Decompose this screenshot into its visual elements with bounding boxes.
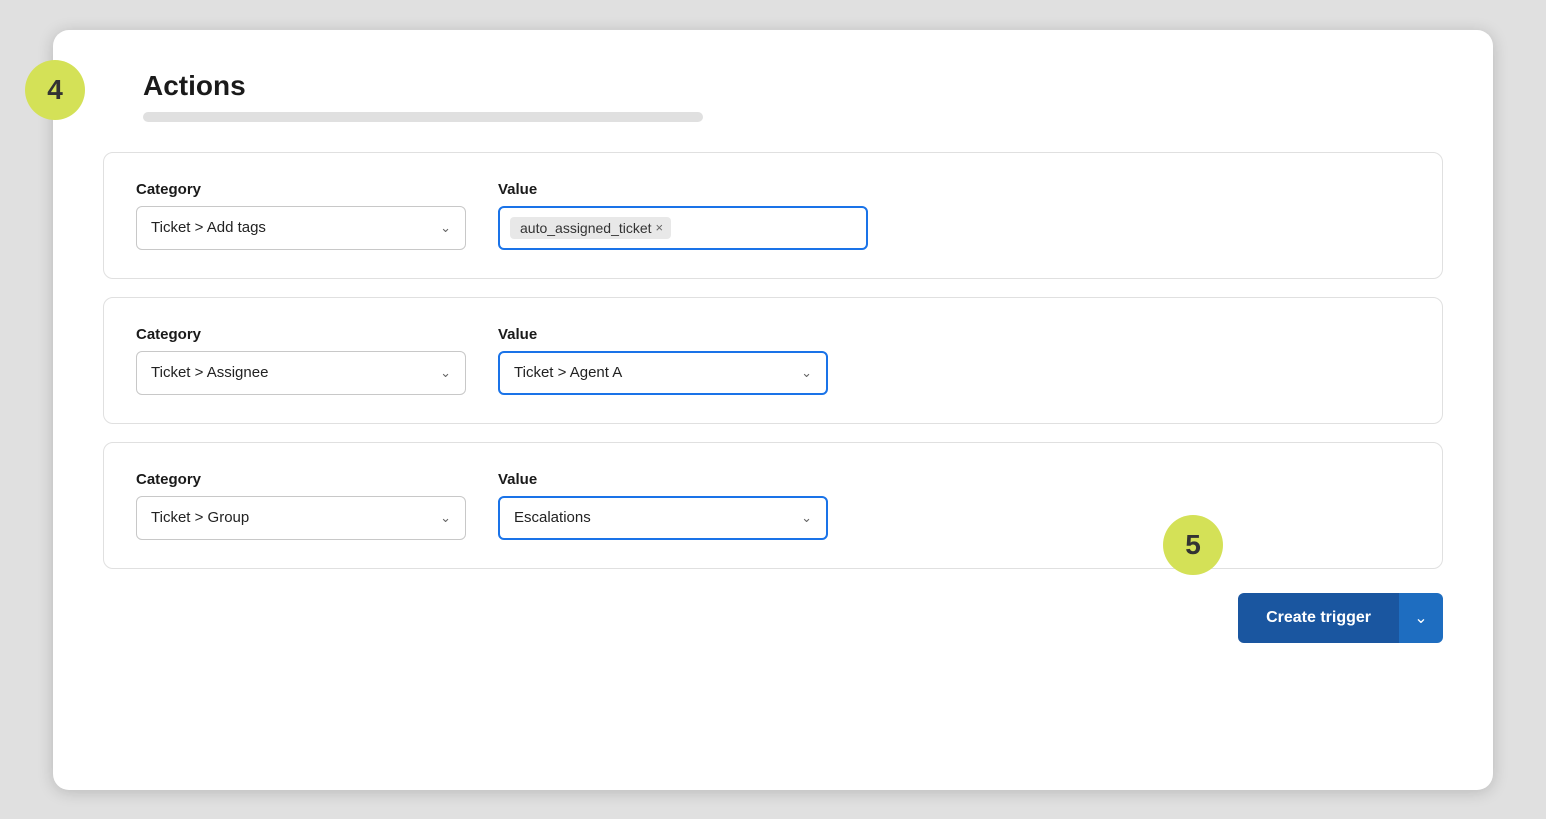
category-label-1: Category xyxy=(136,181,466,198)
tag-text: auto_assigned_ticket xyxy=(520,220,652,236)
bottom-row: 5 Create trigger ⌄ xyxy=(103,593,1443,643)
action-section-3: Category Ticket > Group ⌄ Value Escalati… xyxy=(103,442,1443,569)
value-label-1: Value xyxy=(498,181,868,198)
category-dropdown-2-chevron: ⌄ xyxy=(440,365,451,381)
category-group-1: Category Ticket > Add tags ⌄ xyxy=(136,181,466,250)
tag-auto-assigned: auto_assigned_ticket × xyxy=(510,217,671,239)
value-dropdown-2-chevron: ⌄ xyxy=(801,365,812,381)
dropdown-arrow-icon: ⌄ xyxy=(1414,608,1427,628)
action-section-2: Category Ticket > Assignee ⌄ Value Ticke… xyxy=(103,297,1443,424)
value-dropdown-3[interactable]: Escalations ⌄ xyxy=(498,496,828,540)
tag-close-icon[interactable]: × xyxy=(656,220,664,235)
category-dropdown-1-text: Ticket > Add tags xyxy=(151,219,432,236)
progress-bar-wrap xyxy=(143,112,1443,122)
create-trigger-group: Create trigger ⌄ xyxy=(1238,593,1443,643)
category-label-3: Category xyxy=(136,471,466,488)
category-dropdown-3-chevron: ⌄ xyxy=(440,510,451,526)
category-dropdown-2[interactable]: Ticket > Assignee ⌄ xyxy=(136,351,466,395)
category-dropdown-2-text: Ticket > Assignee xyxy=(151,364,432,381)
category-dropdown-1-chevron: ⌄ xyxy=(440,220,451,236)
category-group-2: Category Ticket > Assignee ⌄ xyxy=(136,326,466,395)
create-trigger-dropdown-button[interactable]: ⌄ xyxy=(1399,593,1443,643)
value-label-2: Value xyxy=(498,326,828,343)
create-trigger-button[interactable]: Create trigger xyxy=(1238,593,1399,643)
field-row-2: Category Ticket > Assignee ⌄ Value Ticke… xyxy=(136,326,1410,395)
value-dropdown-3-chevron: ⌄ xyxy=(801,510,812,526)
progress-bar xyxy=(143,112,703,122)
step-badge-4: 4 xyxy=(25,60,85,120)
value-group-2: Value Ticket > Agent A ⌄ xyxy=(498,326,828,395)
value-group-1: Value auto_assigned_ticket × xyxy=(498,181,868,250)
action-section-1: Category Ticket > Add tags ⌄ Value auto_… xyxy=(103,152,1443,279)
page-title: Actions xyxy=(143,70,1443,102)
value-dropdown-2-text: Ticket > Agent A xyxy=(514,364,793,381)
category-dropdown-1[interactable]: Ticket > Add tags ⌄ xyxy=(136,206,466,250)
main-card: 4 Actions Category Ticket > Add tags ⌄ V… xyxy=(53,30,1493,790)
value-dropdown-2[interactable]: Ticket > Agent A ⌄ xyxy=(498,351,828,395)
value-dropdown-3-text: Escalations xyxy=(514,509,793,526)
category-dropdown-3-text: Ticket > Group xyxy=(151,509,432,526)
value-group-3: Value Escalations ⌄ xyxy=(498,471,828,540)
step-badge-5: 5 xyxy=(1163,515,1223,575)
value-label-3: Value xyxy=(498,471,828,488)
tag-input-1[interactable]: auto_assigned_ticket × xyxy=(498,206,868,250)
category-group-3: Category Ticket > Group ⌄ xyxy=(136,471,466,540)
category-dropdown-3[interactable]: Ticket > Group ⌄ xyxy=(136,496,466,540)
field-row-1: Category Ticket > Add tags ⌄ Value auto_… xyxy=(136,181,1410,250)
category-label-2: Category xyxy=(136,326,466,343)
